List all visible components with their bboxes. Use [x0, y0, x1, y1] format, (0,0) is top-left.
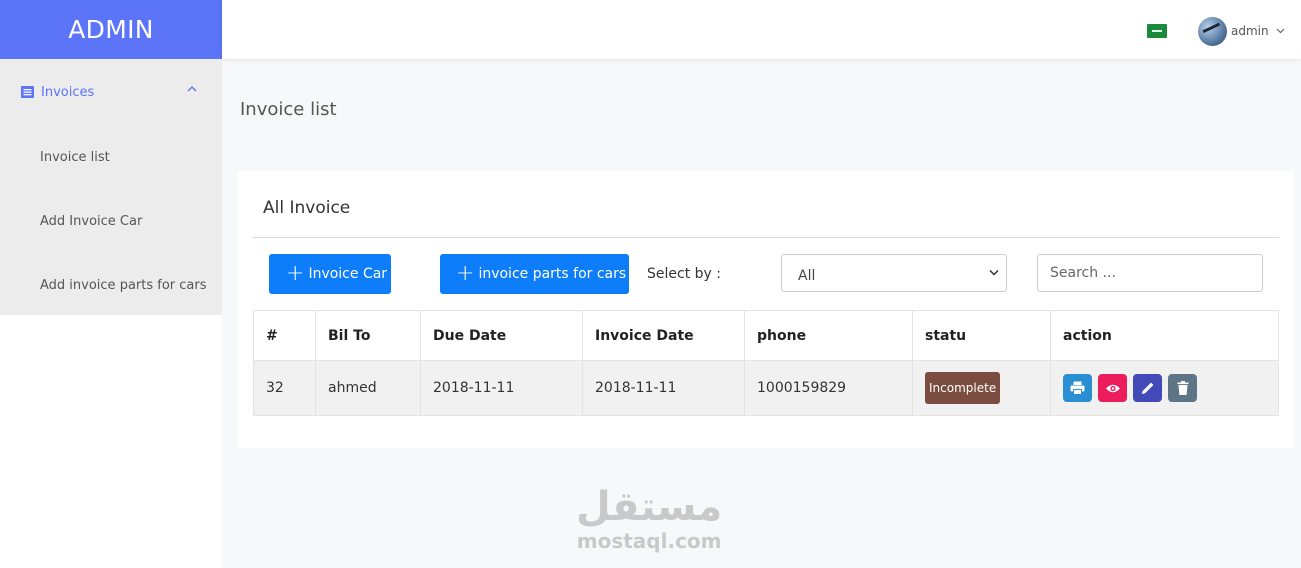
select-by-label: Select by : [647, 266, 721, 282]
sidebar-item-label: Invoices [41, 84, 95, 100]
search-input[interactable]: Search ... [1037, 254, 1263, 292]
button-label: Invoice Car [308, 266, 388, 282]
chevron-up-icon[interactable] [187, 85, 197, 93]
divider [253, 237, 1279, 238]
cell-phone: 1000159829 [744, 360, 913, 416]
brand-logo[interactable]: ADMIN [0, 0, 222, 59]
eye-icon [1105, 384, 1120, 392]
avatar [1198, 16, 1227, 46]
chevron-down-icon [989, 269, 999, 276]
user-name: admin [1231, 24, 1269, 38]
sidebar-item-label: Invoice list [40, 149, 110, 165]
invoice-table: # Bil To Due Date Invoice Date phone sta… [253, 310, 1279, 416]
cell-bill-to: ahmed [315, 360, 421, 416]
edit-button[interactable] [1133, 374, 1162, 402]
cell-status: Incomplete [912, 360, 1051, 416]
add-invoice-car-button[interactable]: + Invoice Car [269, 254, 391, 294]
sidebar-item-label: Add Invoice Car [40, 213, 143, 229]
plus-icon: + [286, 261, 305, 286]
trash-icon [1177, 381, 1188, 395]
table-row: 32 ahmed 2018-11-11 2018-11-11 100015982… [253, 360, 1279, 416]
page-title: Invoice list [240, 99, 337, 120]
card-title: All Invoice [263, 198, 351, 218]
sidebar: Invoices Invoice list Add Invoice Car Ad… [0, 59, 222, 568]
cell-actions [1050, 360, 1279, 416]
sidebar-item-invoice-list[interactable]: Invoice list [0, 125, 222, 189]
watermark: مستقل mostaql.com [576, 484, 723, 553]
row-actions [1063, 374, 1278, 402]
status-badge: Incomplete [925, 372, 1001, 404]
invoice-card: All Invoice + Invoice Car + invoice part… [237, 171, 1294, 448]
print-icon [1070, 381, 1085, 395]
column-header: statu [912, 310, 1051, 361]
search-placeholder: Search ... [1050, 265, 1116, 281]
user-menu[interactable]: admin [1198, 16, 1285, 46]
cell-id: 32 [253, 360, 316, 416]
sidebar-item-label: Add invoice parts for cars [40, 277, 207, 293]
sidebar-menu: Invoices Invoice list Add Invoice Car Ad… [0, 59, 222, 315]
sidebar-item-invoices[interactable]: Invoices [0, 59, 222, 125]
cell-due-date: 2018-11-11 [420, 360, 583, 416]
plus-icon: + [456, 261, 475, 286]
column-header: Invoice Date [582, 310, 745, 361]
chevron-down-icon [1276, 28, 1285, 34]
column-header: Due Date [420, 310, 583, 361]
add-invoice-parts-button[interactable]: + invoice parts for cars [440, 254, 629, 294]
column-header: action [1050, 310, 1279, 361]
saudi-flag-icon[interactable] [1147, 24, 1167, 38]
sidebar-item-add-invoice-car[interactable]: Add Invoice Car [0, 189, 222, 253]
watermark-latin: mostaql.com [576, 529, 722, 553]
column-header: # [253, 310, 316, 361]
button-label: invoice parts for cars [478, 266, 627, 282]
view-button[interactable] [1098, 374, 1127, 402]
print-button[interactable] [1063, 374, 1092, 402]
document-list-icon [21, 86, 35, 98]
delete-button[interactable] [1168, 374, 1197, 402]
select-value: All [798, 267, 816, 284]
filter-select[interactable]: All [781, 254, 1007, 292]
table-header-row: # Bil To Due Date Invoice Date phone sta… [253, 310, 1279, 361]
pencil-icon [1141, 382, 1153, 394]
cell-invoice-date: 2018-11-11 [582, 360, 745, 416]
sidebar-item-add-invoice-parts[interactable]: Add invoice parts for cars [0, 253, 222, 317]
column-header: Bil To [315, 310, 421, 361]
topbar: admin [222, 0, 1301, 59]
watermark-arabic: مستقل [576, 484, 723, 530]
column-header: phone [744, 310, 913, 361]
